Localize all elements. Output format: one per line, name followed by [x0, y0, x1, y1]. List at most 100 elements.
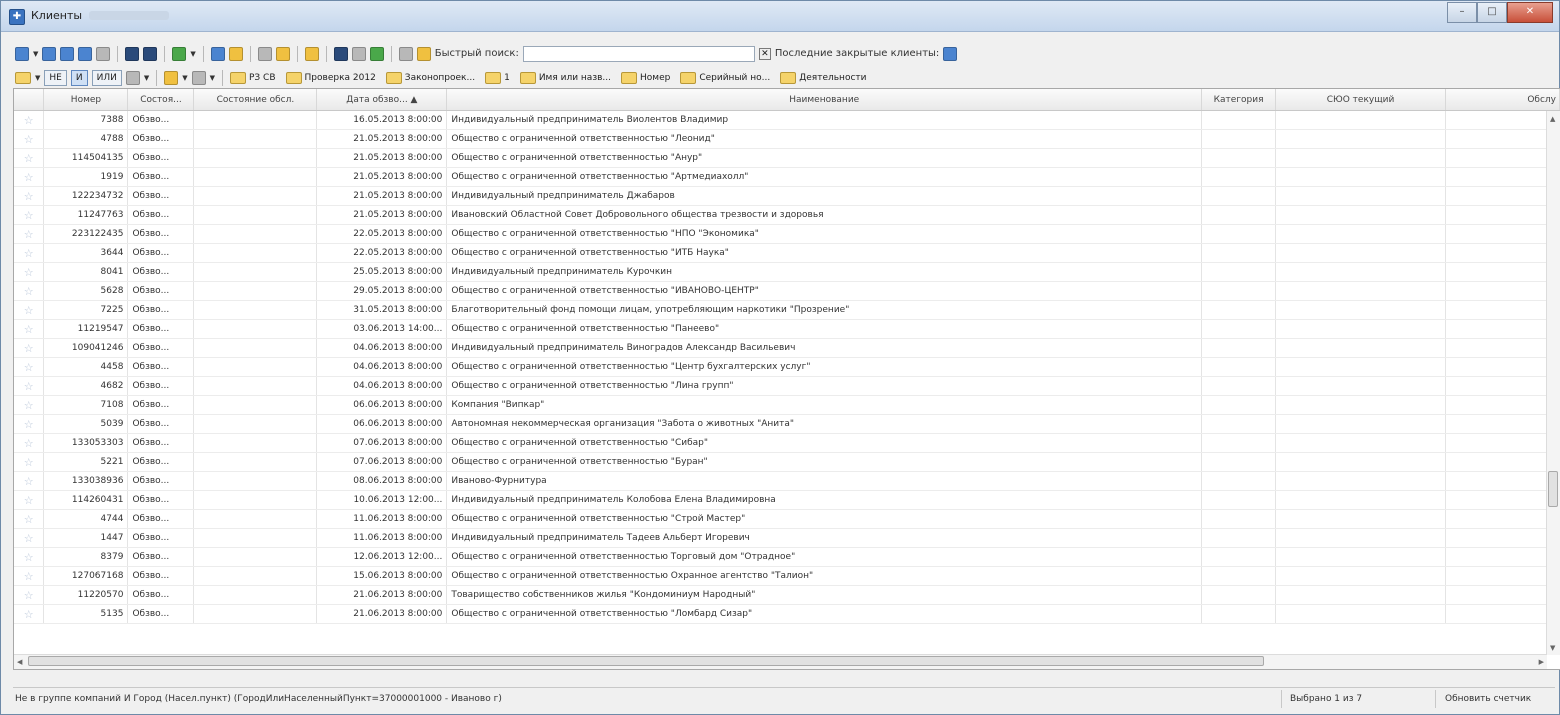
filter-activities[interactable]: Деятельности: [780, 71, 866, 84]
table-row[interactable]: ☆ 4458 Обзво... 04.06.2013 8:00:00 Общество …: [14, 357, 1560, 377]
favorite-star-icon[interactable]: ☆: [14, 395, 45, 415]
filter-serial[interactable]: Серийный но...: [680, 71, 770, 84]
column-header-number[interactable]: Номер: [43, 89, 129, 111]
favorite-star-icon[interactable]: ☆: [14, 110, 45, 130]
favorite-star-icon[interactable]: ☆: [14, 167, 45, 187]
maximize-button[interactable]: □: [1477, 2, 1507, 23]
vertical-scrollbar[interactable]: ▲ ▼: [1546, 111, 1560, 655]
favorite-star-icon[interactable]: ☆: [14, 376, 45, 396]
favorite-star-icon[interactable]: ☆: [14, 414, 45, 434]
favorite-star-icon[interactable]: ☆: [14, 547, 45, 567]
column-header-category[interactable]: Категория: [1201, 89, 1277, 111]
and-button[interactable]: И: [70, 69, 88, 86]
title-bar[interactable]: ✚ Клиенты – □ ✕: [1, 1, 1559, 32]
favorite-star-icon[interactable]: ☆: [14, 319, 45, 339]
columns-icon[interactable]: [210, 46, 225, 61]
filter-rz-sv[interactable]: РЗ СВ: [230, 71, 276, 84]
minimize-button[interactable]: –: [1447, 2, 1477, 23]
table-row[interactable]: ☆ 114260431 Обзво... 10.06.2013 12:00... Инд…: [14, 490, 1560, 510]
favorite-star-icon[interactable]: ☆: [14, 433, 45, 453]
favorite-star-icon[interactable]: ☆: [14, 338, 45, 358]
table-row[interactable]: ☆ 11247763 Обзво... 21.05.2013 8:00:00 Ивано…: [14, 205, 1560, 225]
favorite-star-icon[interactable]: ☆: [14, 243, 45, 263]
filter-law-project[interactable]: Законопроек...: [385, 71, 475, 84]
chevron-down-icon[interactable]: ▼: [33, 50, 38, 58]
scroll-up-icon[interactable]: ▲: [1550, 115, 1555, 123]
filter-name[interactable]: Имя или назв...: [519, 71, 611, 84]
table-row[interactable]: ☆ 4788 Обзво... 21.05.2013 8:00:00 Общество …: [14, 129, 1560, 149]
favorite-star-icon[interactable]: ☆: [14, 186, 45, 206]
table-row[interactable]: ☆ 8041 Обзво... 25.05.2013 8:00:00 Индивидуа…: [14, 262, 1560, 282]
favorite-star-icon[interactable]: ☆: [14, 129, 45, 149]
binoculars-icon[interactable]: [125, 46, 140, 61]
column-header-favorite[interactable]: [14, 89, 45, 111]
chevron-down-icon[interactable]: ▼: [35, 74, 40, 82]
chevron-down-icon[interactable]: ▼: [144, 74, 149, 82]
table-row[interactable]: ☆ 4682 Обзво... 04.06.2013 8:00:00 Общество …: [14, 376, 1560, 396]
close-button[interactable]: ✕: [1507, 2, 1553, 23]
table-row[interactable]: ☆ 7225 Обзво... 31.05.2013 8:00:00 Благотвор…: [14, 300, 1560, 320]
table-row[interactable]: ☆ 109041246 Обзво... 04.06.2013 8:00:00 Инди…: [14, 338, 1560, 358]
table-row[interactable]: ☆ 133053303 Обзво... 07.06.2013 8:00:00 Обще…: [14, 433, 1560, 453]
scroll-left-icon[interactable]: ◀: [17, 658, 22, 666]
new-document-icon[interactable]: [42, 46, 57, 61]
find-next-icon[interactable]: [143, 46, 158, 61]
table-row[interactable]: ☆ 122234732 Обзво... 21.05.2013 8:00:00 Инди…: [14, 186, 1560, 206]
favorite-star-icon[interactable]: ☆: [14, 604, 45, 624]
favorite-star-icon[interactable]: ☆: [14, 471, 45, 491]
favorite-star-icon[interactable]: ☆: [14, 490, 45, 510]
export-icon[interactable]: [275, 46, 290, 61]
favorite-star-icon[interactable]: ☆: [14, 566, 45, 586]
table-row[interactable]: ☆ 1447 Обзво... 11.06.2013 8:00:00 Индивидуа…: [14, 528, 1560, 548]
filter-preset-icon[interactable]: [164, 70, 179, 85]
clear-search-icon[interactable]: ✕: [758, 47, 771, 60]
table-row[interactable]: ☆ 7388 Обзво... 16.05.2013 8:00:00 Индивидуа…: [14, 110, 1560, 130]
chevron-down-icon[interactable]: ▼: [210, 74, 215, 82]
user-icon[interactable]: [304, 46, 319, 61]
favorite-star-icon[interactable]: ☆: [14, 300, 45, 320]
favorite-star-icon[interactable]: ☆: [14, 224, 45, 244]
clear-filter-icon[interactable]: [125, 70, 140, 85]
column-header-current-sio[interactable]: СЮО текущий: [1275, 89, 1447, 111]
vertical-scroll-thumb[interactable]: [1548, 471, 1558, 507]
filter-check-2012[interactable]: Проверка 2012: [285, 71, 376, 84]
table-row[interactable]: ☆ 5221 Обзво... 07.06.2013 8:00:00 Общество …: [14, 452, 1560, 472]
edit-icon[interactable]: [78, 46, 93, 61]
properties-icon[interactable]: [96, 46, 111, 61]
favorite-star-icon[interactable]: ☆: [14, 148, 45, 168]
favorite-star-icon[interactable]: ☆: [14, 509, 45, 529]
column-header-state[interactable]: Состоя...: [127, 89, 195, 111]
table-row[interactable]: ☆ 11220570 Обзво... 21.06.2013 8:00:00 Товар…: [14, 585, 1560, 605]
column-header-service-state[interactable]: Состояние обсл.: [193, 89, 318, 111]
table-row[interactable]: ☆ 7108 Обзво... 06.06.2013 8:00:00 Компания …: [14, 395, 1560, 415]
report-icon[interactable]: [398, 46, 413, 61]
quick-search-input[interactable]: [522, 45, 755, 62]
table-row[interactable]: ☆ 1919 Обзво... 21.05.2013 8:00:00 Общество …: [14, 167, 1560, 187]
or-button[interactable]: ИЛИ: [91, 69, 122, 86]
table-row[interactable]: ☆ 223122435 Обзво... 22.05.2013 8:00:00 Обще…: [14, 224, 1560, 244]
table-row[interactable]: ☆ 5135 Обзво... 21.06.2013 8:00:00 Общество …: [14, 604, 1560, 624]
favorite-star-icon[interactable]: ☆: [14, 528, 45, 548]
table-row[interactable]: ☆ 8379 Обзво... 12.06.2013 12:00... Общество…: [14, 547, 1560, 567]
save-icon[interactable]: [369, 46, 384, 61]
filter-number[interactable]: Номер: [621, 71, 670, 84]
recent-clients-icon[interactable]: [943, 46, 958, 61]
print-icon[interactable]: [257, 46, 272, 61]
star-icon[interactable]: [416, 46, 431, 61]
settings-icon[interactable]: [351, 46, 366, 61]
refresh-counter-link[interactable]: Обновить счетчик: [1445, 694, 1531, 704]
copy-icon[interactable]: [60, 46, 75, 61]
horizontal-scrollbar[interactable]: ◀ ▶: [14, 654, 1547, 669]
filter-1[interactable]: 1: [485, 71, 510, 84]
table-row[interactable]: ☆ 4744 Обзво... 11.06.2013 8:00:00 Общество …: [14, 509, 1560, 529]
column-header-service[interactable]: Обслу: [1445, 89, 1560, 111]
favorite-star-icon[interactable]: ☆: [14, 585, 45, 605]
folder-icon[interactable]: [15, 71, 31, 84]
table-row[interactable]: ☆ 5039 Обзво... 06.06.2013 8:00:00 Автономна…: [14, 414, 1560, 434]
scroll-right-icon[interactable]: ▶: [1539, 658, 1544, 666]
favorite-star-icon[interactable]: ☆: [14, 357, 45, 377]
refresh-icon[interactable]: [15, 46, 29, 61]
table-row[interactable]: ☆ 114504135 Обзво... 21.05.2013 8:00:00 Обще…: [14, 148, 1560, 168]
favorite-star-icon[interactable]: ☆: [14, 205, 45, 225]
horizontal-scroll-thumb[interactable]: [28, 656, 1264, 666]
